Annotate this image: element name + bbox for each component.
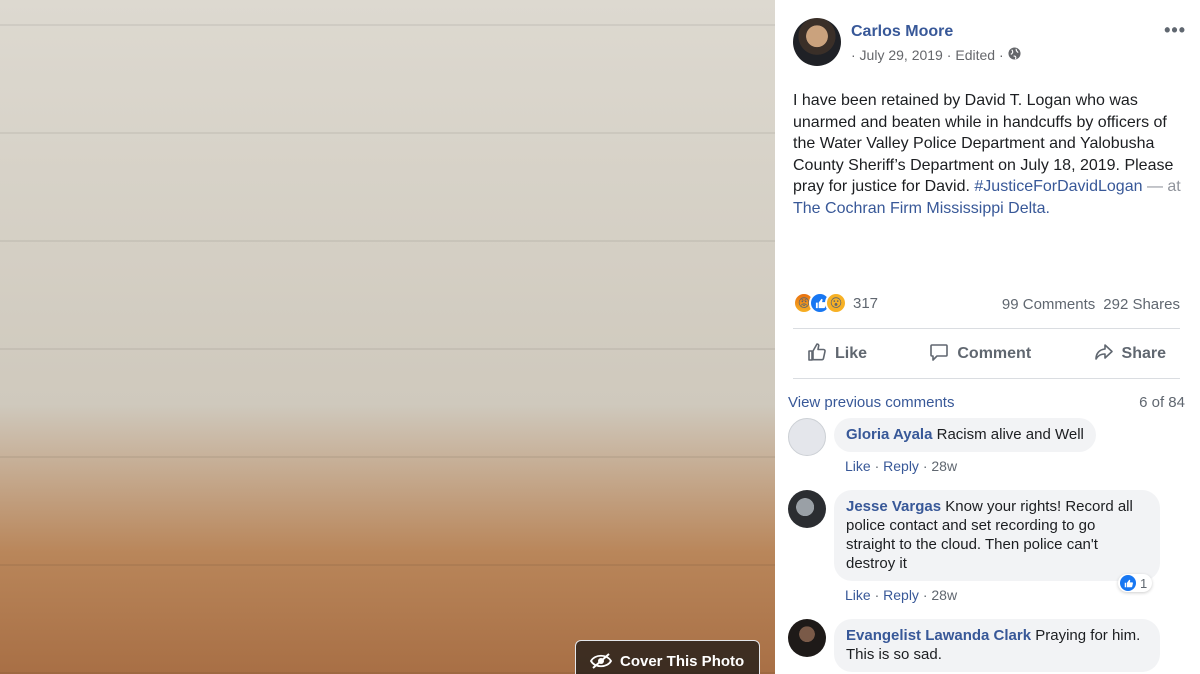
- comment-label: Comment: [957, 345, 1032, 362]
- view-previous-comments-link[interactable]: View previous comments: [788, 394, 954, 411]
- post-header: Carlos Moore · July 29, 2019 · Edited · …: [793, 18, 1186, 68]
- comment-bubble: Jesse Vargas Know your rights! Record al…: [834, 490, 1160, 581]
- post-photo[interactable]: [0, 0, 775, 674]
- post-panel: Carlos Moore · July 29, 2019 · Edited · …: [775, 0, 1200, 674]
- comments-page-count: 6 of 84: [1139, 394, 1185, 411]
- commenter-name[interactable]: Evangelist Lawanda Clark: [846, 627, 1031, 644]
- comment-actions: Like · Reply · 28w: [845, 458, 958, 474]
- comment-like-link[interactable]: Like: [845, 587, 871, 603]
- commenter-name[interactable]: Jesse Vargas: [846, 498, 941, 515]
- cover-photo-label: Cover This Photo: [620, 653, 745, 670]
- comment-button[interactable]: Comment: [915, 340, 1045, 368]
- comment: Gloria Ayala Racism alive and Well Like …: [788, 418, 1188, 478]
- commenter-avatar[interactable]: [788, 418, 826, 456]
- comment: Evangelist Lawanda Clark Praying for him…: [788, 619, 1188, 674]
- post-stats: 😡 😮 317 99 Comments 292 Shares: [793, 292, 1180, 318]
- engagement-counts: 99 Comments 292 Shares: [1002, 296, 1180, 313]
- comment-reaction-badge[interactable]: 1: [1118, 574, 1153, 592]
- photo-viewer: Cover This Photo: [0, 0, 775, 674]
- comment-actions: Like · Reply · 28w: [845, 587, 958, 603]
- edited-label[interactable]: Edited ·: [955, 47, 1003, 63]
- commenter-name[interactable]: Gloria Ayala: [846, 426, 932, 443]
- comments-count[interactable]: 99 Comments: [1002, 296, 1095, 313]
- reactions-summary[interactable]: 😡 😮 317: [793, 292, 878, 314]
- comment-text: Racism alive and Well: [932, 426, 1084, 443]
- comment-time[interactable]: 28w: [931, 587, 957, 603]
- eye-slash-icon: [589, 653, 613, 673]
- comment-reaction-count: 1: [1140, 575, 1148, 591]
- like-label: Like: [835, 345, 868, 362]
- post-actions: Like Comment Share: [793, 340, 1180, 368]
- post-text: I have been retained by David T. Logan w…: [793, 90, 1188, 219]
- commenter-avatar[interactable]: [788, 490, 826, 528]
- comment-bubble: Evangelist Lawanda Clark Praying for him…: [834, 619, 1160, 672]
- share-arrow-icon: [1094, 342, 1114, 367]
- comment-like-link[interactable]: Like: [845, 458, 871, 474]
- divider: [793, 328, 1180, 329]
- shares-count[interactable]: 292 Shares: [1103, 296, 1180, 313]
- like-reaction-icon: [1120, 575, 1136, 591]
- share-label: Share: [1121, 345, 1166, 362]
- comment-reply-link[interactable]: Reply: [883, 458, 919, 474]
- thumbs-up-icon: [807, 342, 827, 367]
- author-name[interactable]: Carlos Moore: [851, 23, 953, 41]
- more-options-icon[interactable]: •••: [1164, 20, 1186, 41]
- comment-reply-link[interactable]: Reply: [883, 587, 919, 603]
- post-meta: · July 29, 2019 · Edited ·: [851, 47, 1021, 63]
- speech-bubble-icon: [929, 342, 949, 367]
- globe-icon: [1008, 47, 1021, 63]
- share-button[interactable]: Share: [1080, 340, 1180, 368]
- reaction-count[interactable]: 317: [853, 295, 878, 312]
- cover-photo-button[interactable]: Cover This Photo: [575, 640, 760, 674]
- post-date[interactable]: · July 29, 2019 ·: [851, 47, 951, 63]
- author-avatar[interactable]: [793, 18, 841, 66]
- commenter-avatar[interactable]: [788, 619, 826, 657]
- like-button[interactable]: Like: [793, 340, 881, 368]
- at-text: — at: [1142, 178, 1181, 195]
- place-link[interactable]: The Cochran Firm Mississippi Delta.: [793, 200, 1050, 217]
- comment: Jesse Vargas Know your rights! Record al…: [788, 490, 1188, 610]
- hashtag-link[interactable]: #JusticeForDavidLogan: [974, 178, 1142, 195]
- wow-reaction-icon: 😮: [825, 292, 847, 314]
- comment-time[interactable]: 28w: [931, 458, 957, 474]
- comment-bubble: Gloria Ayala Racism alive and Well: [834, 418, 1096, 452]
- divider: [793, 378, 1180, 379]
